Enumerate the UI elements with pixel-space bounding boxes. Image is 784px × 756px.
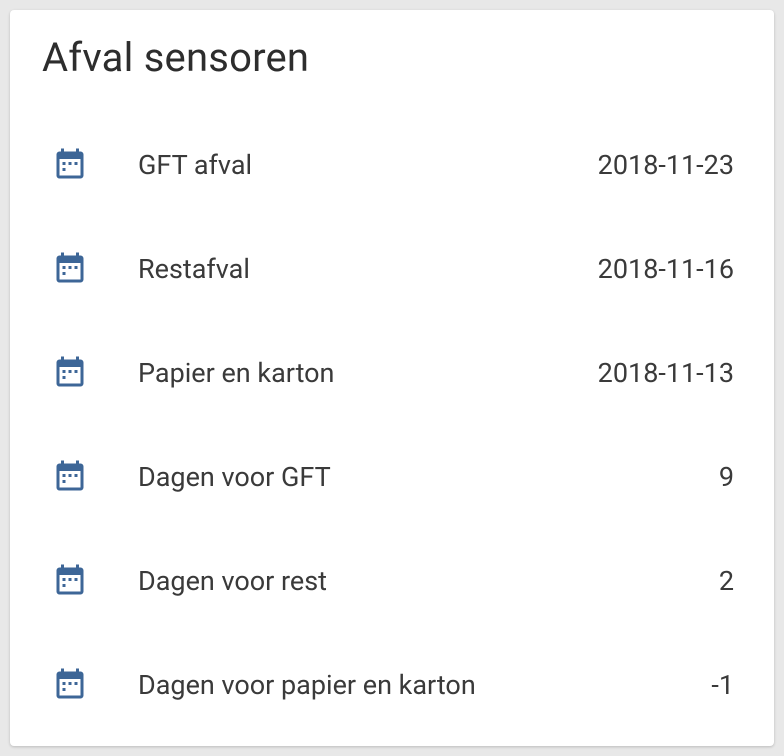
calendar-icon [50, 353, 90, 393]
calendar-icon [50, 145, 90, 185]
calendar-icon [50, 561, 90, 601]
sensor-label: Papier en karton [138, 357, 598, 389]
calendar-icon [50, 249, 90, 289]
sensor-row[interactable]: Dagen voor GFT 9 [42, 425, 742, 529]
calendar-icon [50, 665, 90, 705]
sensor-value: 2018-11-13 [598, 357, 734, 389]
sensor-row[interactable]: GFT afval 2018-11-23 [42, 113, 742, 217]
sensor-label: Restafval [138, 253, 598, 285]
sensor-row[interactable]: Restafval 2018-11-16 [42, 217, 742, 321]
sensor-row[interactable]: Papier en karton 2018-11-13 [42, 321, 742, 425]
card-title: Afval sensoren [42, 34, 742, 81]
sensor-row[interactable]: Dagen voor rest 2 [42, 529, 742, 633]
sensor-list: GFT afval 2018-11-23 Restafval 2018-11-1… [42, 113, 742, 737]
calendar-icon [50, 457, 90, 497]
sensor-row[interactable]: Dagen voor papier en karton -1 [42, 633, 742, 737]
sensor-value: 2018-11-16 [598, 253, 734, 285]
sensor-label: Dagen voor rest [138, 565, 719, 597]
sensor-card: Afval sensoren GFT afval 2018-11-23 Rest… [10, 10, 774, 746]
sensor-value: 2 [719, 565, 734, 597]
sensor-value: 2018-11-23 [598, 149, 734, 181]
sensor-label: Dagen voor GFT [138, 461, 719, 493]
sensor-value: 9 [719, 461, 734, 493]
sensor-label: GFT afval [138, 149, 598, 181]
sensor-value: -1 [711, 669, 734, 701]
sensor-label: Dagen voor papier en karton [138, 669, 711, 701]
